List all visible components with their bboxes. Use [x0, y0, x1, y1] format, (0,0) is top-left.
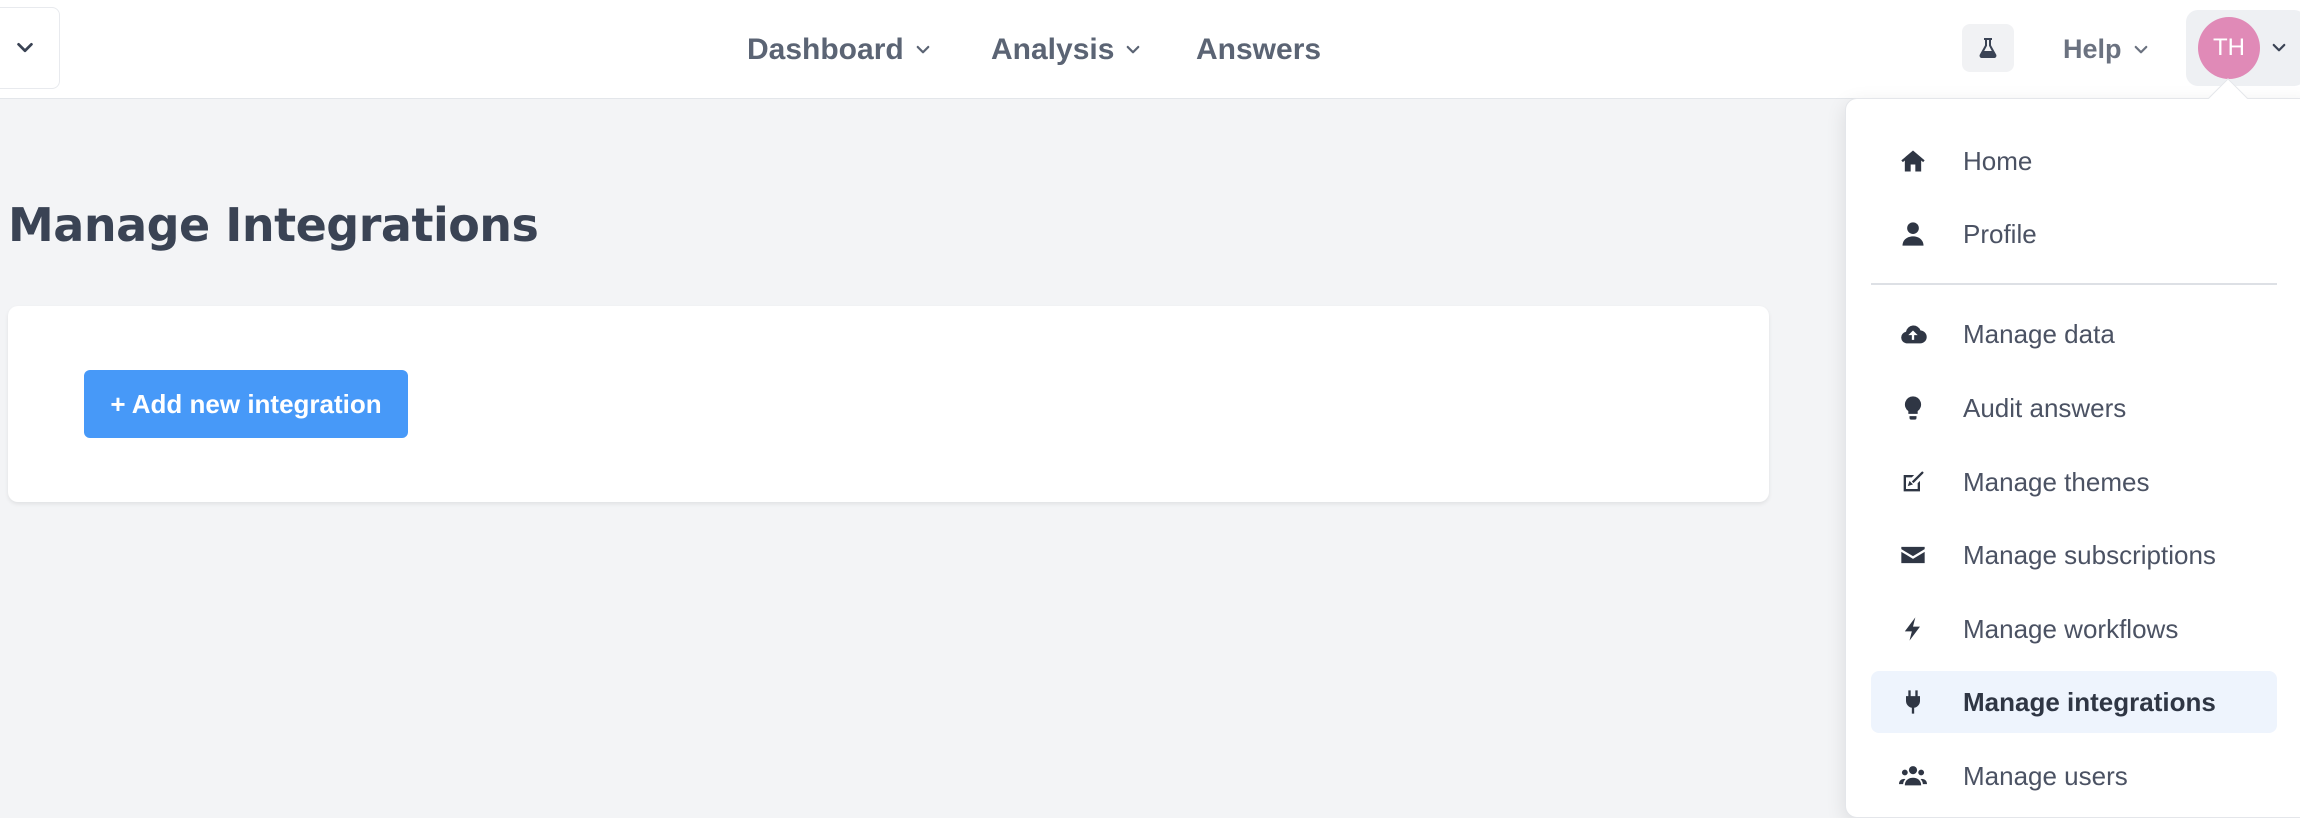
integrations-card: + Add new integration: [8, 306, 1769, 502]
menu-item-label: Manage users: [1963, 760, 2128, 791]
chevron-down-icon: [2272, 43, 2286, 52]
avatar: TH: [2198, 17, 2260, 79]
nav-dashboard[interactable]: Dashboard: [747, 0, 932, 99]
menu-item-manage-workflows[interactable]: Manage workflows: [1871, 598, 2277, 660]
envelope-icon: [1897, 539, 1929, 571]
menu-item-label: Manage data: [1963, 318, 2115, 349]
menu-item-profile[interactable]: Profile: [1871, 203, 2277, 265]
chevron-down-icon: [1127, 45, 1140, 53]
menu-item-manage-integrations[interactable]: Manage integrations: [1871, 671, 2277, 733]
nav-answers[interactable]: Answers: [1196, 0, 1331, 99]
chevron-down-icon: [916, 45, 930, 53]
user-icon: [1897, 218, 1929, 250]
menu-item-label: Manage themes: [1963, 466, 2150, 497]
nav-help-label: Help: [2063, 34, 2122, 64]
nav-analysis-label: Analysis: [991, 32, 1115, 66]
menu-item-home[interactable]: Home: [1871, 130, 2277, 192]
home-icon: [1897, 145, 1929, 177]
users-icon: [1897, 760, 1929, 792]
menu-item-manage-subscriptions[interactable]: Manage subscriptions: [1871, 524, 2277, 586]
plug-icon: [1897, 686, 1929, 718]
lightbulb-icon: [1897, 392, 1929, 424]
menu-item-manage-users[interactable]: Manage users: [1871, 745, 2277, 807]
flask-icon: [1979, 38, 1997, 58]
collapse-sidebar-button[interactable]: [0, 7, 60, 89]
nav-help[interactable]: Help: [2063, 0, 2150, 99]
menu-item-audit-answers[interactable]: Audit answers: [1871, 377, 2277, 439]
menu-item-label: Profile: [1963, 218, 2037, 249]
bolt-icon: [1897, 613, 1929, 645]
top-nav-bar: Dashboard Analysis Answers Help TH: [0, 0, 2300, 99]
cloud-upload-icon: [1897, 318, 1929, 350]
menu-item-label: Manage workflows: [1963, 613, 2179, 644]
labs-button[interactable]: [1962, 24, 2014, 72]
user-menu-button[interactable]: TH: [2186, 10, 2300, 86]
chevron-down-icon: [17, 42, 33, 53]
nav-analysis[interactable]: Analysis: [991, 0, 1142, 99]
menu-item-label: Manage integrations: [1963, 686, 2216, 717]
menu-item-manage-themes[interactable]: Manage themes: [1871, 451, 2277, 513]
menu-item-manage-data[interactable]: Manage data: [1871, 303, 2277, 365]
chevron-down-icon: [2134, 45, 2147, 53]
menu-divider: [1871, 283, 2277, 285]
menu-item-label: Home: [1963, 145, 2033, 176]
user-dropdown-menu: Home Profile Manage data Audit answers M…: [1845, 98, 2300, 818]
menu-item-label: Audit answers: [1963, 392, 2127, 423]
nav-answers-label: Answers: [1196, 32, 1322, 66]
page-title: Manage Integrations: [8, 198, 539, 252]
nav-dashboard-label: Dashboard: [747, 32, 904, 66]
brush-icon: [1897, 466, 1929, 498]
add-integration-button[interactable]: + Add new integration: [84, 370, 408, 438]
menu-item-label: Manage subscriptions: [1963, 539, 2216, 570]
